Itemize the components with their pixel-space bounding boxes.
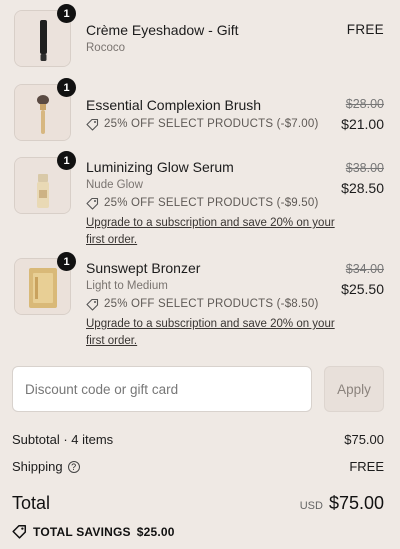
discount-code-input[interactable] [12,366,312,412]
product-price: $25.50 [341,281,384,297]
product-name: Crème Eyeshadow - Gift [86,22,239,38]
discount-line: 25% OFF SELECT PRODUCTS (-$8.50) [86,297,326,312]
shipping-row: Shipping? FREE [12,459,384,474]
shipping-label: Shipping [12,459,63,474]
product-variant: Rococo [86,42,125,54]
line-item: 1 Sunswept Bronzer Light to Medium 25% O… [0,252,400,350]
discount-text: 25% OFF SELECT PRODUCTS (-$8.50) [104,298,319,310]
total-savings-value: $25.00 [136,524,175,539]
product-name: Luminizing Glow Serum [86,159,234,175]
product-thumbnail-wrap: 1 [14,78,76,141]
subtotal-row: Subtotal · 4 items $75.00 [12,432,384,447]
original-price: $28.00 [345,97,384,111]
total-value: $75.00 [328,493,384,513]
product-thumbnail-wrap: 1 [14,252,76,315]
line-item: 1 Crème Eyeshadow - Gift Rococo FREE [0,4,400,70]
quantity-badge: 1 [57,78,76,97]
product-price: FREE [346,22,384,37]
total-label: Total [12,493,51,513]
tag-icon [86,298,99,311]
subscription-upgrade-link[interactable]: Upgrade to a subscription and save 20% o… [86,215,336,249]
question-circle-icon[interactable]: ? [67,460,80,473]
discount-code-row: Apply [12,366,384,412]
total-row: Total USD $75.00 [12,493,384,514]
tag-icon [12,524,27,539]
total-savings-row: TOTAL SAVINGS $25.00 [12,524,175,539]
discount-line: 25% OFF SELECT PRODUCTS (-$7.00) [86,117,326,132]
line-item: 1 Essential Complexion Brush 25% OFF SEL… [0,78,400,144]
product-name: Sunswept Bronzer [86,260,201,276]
apply-discount-button[interactable]: Apply [324,366,384,412]
line-item: 1 Luminizing Glow Serum Nude Glow 25% OF… [0,151,400,249]
product-thumbnail-wrap: 1 [14,151,76,214]
discount-text: 25% OFF SELECT PRODUCTS (-$9.50) [104,197,319,209]
total-savings-label: TOTAL SAVINGS [33,524,131,539]
product-thumbnail-wrap: 1 [14,4,76,67]
tag-icon [86,197,99,210]
discount-line: 25% OFF SELECT PRODUCTS (-$9.50) [86,196,326,211]
discount-text: 25% OFF SELECT PRODUCTS (-$7.00) [104,118,319,130]
product-variant: Light to Medium [86,280,168,292]
subscription-upgrade-link[interactable]: Upgrade to a subscription and save 20% o… [86,316,336,350]
tag-icon [86,118,99,131]
quantity-badge: 1 [57,4,76,23]
product-price: $21.00 [341,116,384,132]
quantity-badge: 1 [57,151,76,170]
currency-code: USD [299,500,323,512]
product-price: $28.50 [341,180,384,196]
product-name: Essential Complexion Brush [86,97,262,113]
quantity-badge: 1 [57,252,76,271]
subtotal-label: Subtotal · 4 items [12,432,114,447]
original-price: $38.00 [345,161,384,175]
product-variant: Nude Glow [86,179,143,191]
original-price: $34.00 [345,262,384,276]
shipping-value: FREE [349,459,384,474]
subtotal-value: $75.00 [344,432,384,447]
